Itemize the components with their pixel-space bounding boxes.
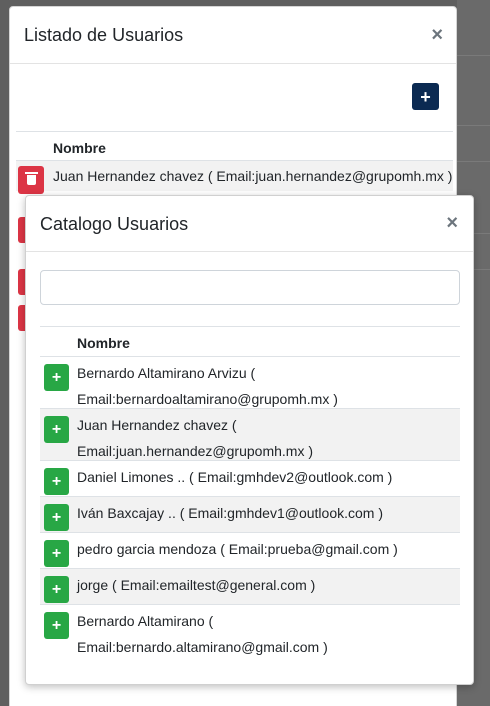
users-catalog-modal: Catalogo Usuarios × Nombre + Bernardo Al… <box>25 195 474 685</box>
modal-header: Listado de Usuarios × <box>10 7 456 64</box>
users-table: Nombre Juan Hernandez chavez ( Email:jua… <box>16 131 453 194</box>
delete-user-button[interactable] <box>18 166 44 194</box>
table-row: + Iván Baxcajay .. ( Email:gmhdev1@outlo… <box>40 497 460 533</box>
modal-title: Catalogo Usuarios <box>40 214 189 234</box>
add-user-button[interactable]: + <box>44 364 69 391</box>
modal-title: Listado de Usuarios <box>24 25 184 45</box>
add-user-button[interactable]: + <box>44 504 69 531</box>
backdrop-divider <box>457 125 490 126</box>
plus-icon: + <box>51 472 62 490</box>
backdrop-divider <box>457 55 490 56</box>
user-email-line: Email:bernardo.altamirano@gmail.com ) <box>77 639 328 655</box>
plus-icon: + <box>51 580 62 598</box>
plus-icon: + <box>51 544 62 562</box>
close-icon[interactable]: × <box>431 25 443 45</box>
modal-header: Catalogo Usuarios × <box>26 196 473 252</box>
column-header-nombre: Nombre <box>16 131 453 161</box>
close-icon[interactable]: × <box>446 213 458 233</box>
table-row: + Daniel Limones .. ( Email:gmhdev2@outl… <box>40 461 460 497</box>
add-user-button[interactable]: + <box>412 83 439 110</box>
plus-icon: + <box>420 86 431 107</box>
catalog-table: Nombre + Bernardo Altamirano Arvizu ( Em… <box>40 326 460 657</box>
add-user-button[interactable]: + <box>44 468 69 495</box>
plus-icon: + <box>51 616 62 634</box>
user-name-line: jorge ( Email:emailtest@general.com ) <box>77 577 316 593</box>
plus-icon: + <box>51 508 62 526</box>
table-row: + Bernardo Altamirano Arvizu ( Email:ber… <box>40 357 460 409</box>
add-user-button[interactable]: + <box>44 416 69 443</box>
plus-icon: + <box>51 420 62 438</box>
table-row: + jorge ( Email:emailtest@general.com ) <box>40 569 460 605</box>
add-user-button[interactable]: + <box>44 540 69 567</box>
table-row: + Bernardo Altamirano ( Email:bernardo.a… <box>40 605 460 657</box>
user-name-line: Juan Hernandez chavez ( <box>77 417 237 433</box>
column-header-nombre: Nombre <box>40 326 460 357</box>
search-input[interactable] <box>40 270 460 305</box>
user-name-line: pedro garcia mendoza ( Email:prueba@gmai… <box>77 541 398 557</box>
user-name-line: Bernardo Altamirano ( <box>77 613 214 629</box>
table-row: Juan Hernandez chavez ( Email:juan.herna… <box>16 161 453 194</box>
user-name-line: Bernardo Altamirano Arvizu ( <box>77 365 256 381</box>
plus-icon: + <box>51 368 62 386</box>
user-name-line: Daniel Limones .. ( Email:gmhdev2@outloo… <box>77 469 393 485</box>
add-user-button[interactable]: + <box>44 612 69 639</box>
table-row: + pedro garcia mendoza ( Email:prueba@gm… <box>40 533 460 569</box>
trash-icon <box>24 172 38 185</box>
table-row: + Juan Hernandez chavez ( Email:juan.her… <box>40 409 460 461</box>
add-user-button[interactable]: + <box>44 576 69 603</box>
backdrop-divider <box>457 161 490 162</box>
user-name: Juan Hernandez chavez ( Email:juan.herna… <box>53 168 453 184</box>
user-name-line: Iván Baxcajay .. ( Email:gmhdev1@outlook… <box>77 505 384 521</box>
